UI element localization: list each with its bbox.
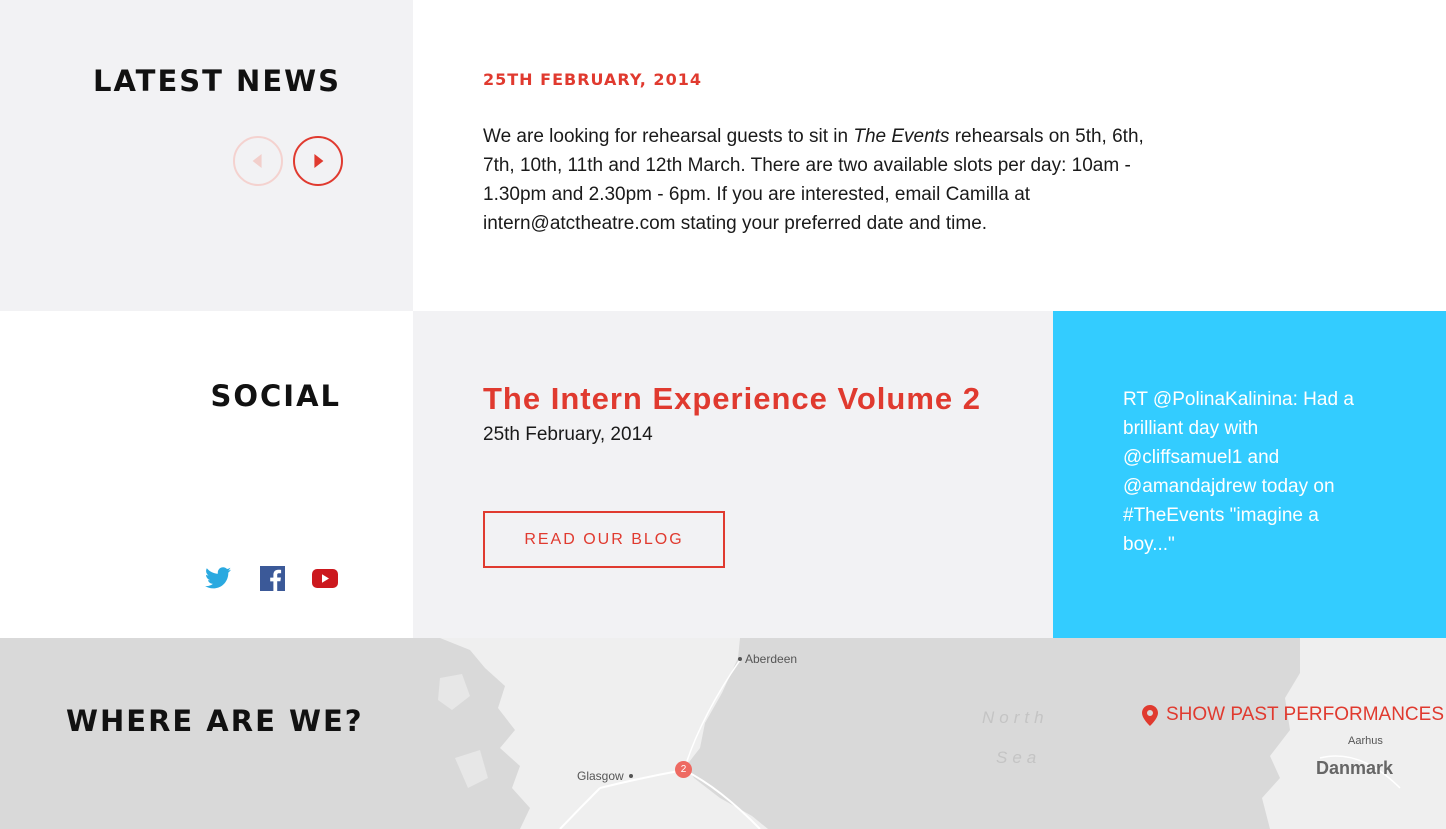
tweet-text[interactable]: RT @PolinaKalinina: Had a brilliant day … (1123, 385, 1363, 559)
where-are-we-heading: WHERE ARE WE? (66, 704, 364, 738)
blog-post-date: 25th February, 2014 (483, 424, 653, 445)
map-pin-icon (1142, 704, 1158, 726)
blog-panel: The Intern Experience Volume 2 25th Febr… (413, 311, 1053, 638)
news-prev-button[interactable] (233, 136, 283, 186)
map-label-sea: Sea (996, 748, 1042, 767)
social-sidebar: SOCIAL (0, 311, 413, 638)
map-label-danmark: Danmark (1316, 758, 1394, 778)
map-label-aberdeen: Aberdeen (745, 652, 798, 666)
twitter-icon[interactable] (204, 565, 232, 591)
news-date: 25TH FEBRUARY, 2014 (483, 70, 702, 89)
news-body-italic: The Events (853, 126, 950, 147)
show-past-performances-label: SHOW PAST PERFORMANCES (1166, 704, 1444, 725)
arrow-right-icon (314, 154, 324, 168)
latest-news-content: 25TH FEBRUARY, 2014 We are looking for r… (413, 0, 1446, 311)
social-heading: SOCIAL (210, 379, 341, 413)
facebook-icon[interactable] (258, 565, 286, 591)
youtube-icon[interactable] (311, 565, 339, 591)
latest-news-section: LATEST NEWS 25TH FEBRUARY, 2014 We are l… (0, 0, 1446, 311)
map-label-glasgow: Glasgow (577, 769, 624, 783)
arrow-left-icon (252, 154, 262, 168)
map-cluster-marker[interactable]: 2 (675, 761, 692, 778)
tweet-panel: RT @PolinaKalinina: Had a brilliant day … (1053, 311, 1446, 638)
social-icons (204, 565, 344, 591)
map-section: WHERE ARE WE? Aberdeen Glasgow North Sea… (0, 638, 1446, 829)
map-label-aarhus: Aarhus (1348, 735, 1383, 747)
show-past-performances-link[interactable]: SHOW PAST PERFORMANCES (1142, 704, 1444, 726)
social-section: SOCIAL The Intern Experience Volume 2 25… (0, 311, 1446, 638)
map-label-north: North (982, 708, 1049, 727)
blog-post-title[interactable]: The Intern Experience Volume 2 (483, 381, 981, 417)
news-next-button[interactable] (293, 136, 343, 186)
read-blog-button[interactable]: READ OUR BLOG (483, 511, 725, 568)
map[interactable]: WHERE ARE WE? Aberdeen Glasgow North Sea… (0, 638, 1446, 829)
news-body-part1: We are looking for rehearsal guests to s… (483, 126, 854, 147)
news-body: We are looking for rehearsal guests to s… (483, 122, 1173, 238)
latest-news-heading: LATEST NEWS (93, 64, 341, 98)
latest-news-sidebar: LATEST NEWS (0, 0, 413, 311)
